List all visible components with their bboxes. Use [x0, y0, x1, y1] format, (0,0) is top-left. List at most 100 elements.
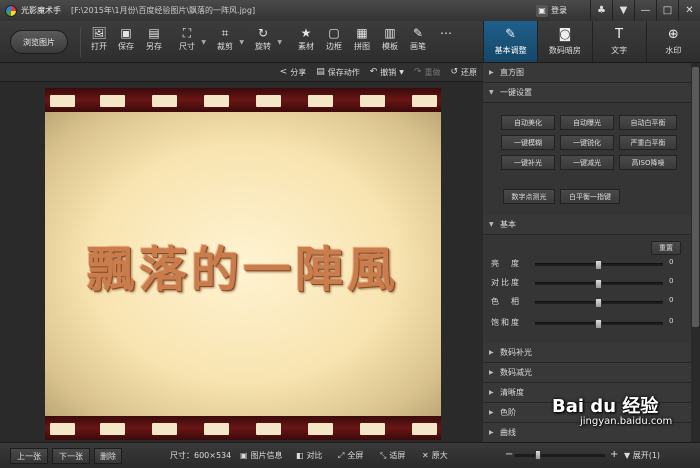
panel-scrollbar[interactable]: [691, 63, 700, 442]
login-button[interactable]: ▣ 登录: [536, 3, 567, 18]
browse-images-button[interactable]: 浏览图片: [10, 30, 68, 54]
close-button[interactable]: ✕: [678, 0, 700, 21]
slider-track[interactable]: [535, 319, 663, 329]
brightness-slider[interactable]: 亮 度 0: [483, 258, 693, 270]
high-iso-denoise-button[interactable]: 高ISO降噪: [619, 155, 677, 170]
reset-button[interactable]: 重置: [651, 241, 681, 255]
chevron-down-icon[interactable]: ▼: [277, 39, 282, 46]
contrast-slider[interactable]: 对比度 0: [483, 277, 693, 289]
share-button[interactable]: < 分享: [280, 67, 307, 78]
tool-label: 裁剪: [217, 42, 233, 51]
fit-screen-button[interactable]: ⤡ 适屏: [380, 450, 405, 461]
section-digital-fill-light[interactable]: ▶ 数码补光: [483, 343, 691, 363]
tab-text[interactable]: T 文字: [591, 21, 646, 62]
tool-more[interactable]: ⋯: [438, 25, 454, 59]
tab-digital-darkroom[interactable]: ◙ 数码暗房: [537, 21, 591, 62]
share-icon: <: [279, 67, 288, 77]
one-key-sharpen-button[interactable]: 一键锐化: [560, 135, 614, 150]
chevron-right-icon: ▶: [489, 349, 494, 356]
tool-save-as[interactable]: ▤ 另存: [143, 25, 165, 59]
slider-track[interactable]: [535, 260, 663, 270]
tool-brush[interactable]: ✎ 画笔: [407, 25, 429, 59]
fullscreen-button[interactable]: ⤢ 全屏: [338, 450, 363, 461]
slider-value: 0: [669, 277, 674, 285]
section-label: 清晰度: [500, 388, 524, 397]
zoom-thumb[interactable]: [535, 450, 541, 460]
expand-button[interactable]: ▼ 展开(1): [624, 450, 660, 461]
tab-basic-adjust[interactable]: ✎ 基本调整: [483, 21, 538, 62]
restore-button[interactable]: ↺ 还原: [450, 67, 477, 78]
auto-white-balance-button[interactable]: 自动白平衡: [619, 115, 677, 130]
tool-open[interactable]: 🖼 打开: [88, 25, 110, 59]
maximize-button[interactable]: □: [656, 0, 678, 21]
image-canvas[interactable]: 飄落的一陣風: [0, 82, 483, 442]
spot-metering-button[interactable]: 数字点测光: [503, 189, 555, 204]
tool-template[interactable]: ▥ 模板: [379, 25, 401, 59]
next-image-button[interactable]: 下一张: [52, 448, 90, 464]
slider-thumb[interactable]: [595, 260, 602, 270]
zoom-slider[interactable]: [515, 450, 605, 460]
menu-button[interactable]: ▼: [612, 0, 634, 21]
tool-save[interactable]: ▣ 保存: [115, 25, 137, 59]
section-quick-settings[interactable]: ▼ 一键设置: [483, 83, 700, 103]
auto-beautify-button[interactable]: 自动美化: [501, 115, 555, 130]
redo-label: 重做: [424, 67, 441, 77]
slider-track[interactable]: [535, 279, 663, 289]
one-key-blur-button[interactable]: 一键模糊: [501, 135, 555, 150]
film-hole: [204, 95, 229, 107]
tool-label: 尺寸: [179, 42, 195, 51]
slider-thumb[interactable]: [595, 319, 602, 329]
saturation-slider[interactable]: 饱和度 0: [483, 317, 693, 329]
scrollbar-thumb[interactable]: [692, 67, 699, 327]
chevron-down-icon[interactable]: ▼: [239, 39, 244, 46]
zoom-in-icon[interactable]: +: [610, 449, 618, 460]
tool-material[interactable]: ★ 素材: [295, 25, 317, 59]
redo-button[interactable]: ↷ 重做: [414, 67, 441, 78]
save-action-button[interactable]: ▤ 保存动作: [316, 67, 360, 78]
collage-icon: ▦: [356, 26, 368, 40]
slider-thumb[interactable]: [595, 279, 602, 289]
tool-border[interactable]: ▢ 边框: [323, 25, 345, 59]
compare-button[interactable]: ◧ 对比: [296, 450, 323, 461]
chevron-down-icon[interactable]: ▼: [201, 39, 206, 46]
severe-white-balance-button[interactable]: 严重白平衡: [619, 135, 677, 150]
previous-image-button[interactable]: 上一张: [10, 448, 48, 464]
film-hole: [100, 423, 125, 435]
zoom-out-icon[interactable]: −: [505, 449, 513, 460]
tool-crop[interactable]: ⌗ 裁剪 ▼: [214, 25, 244, 59]
save-icon: ▣: [120, 26, 132, 40]
one-key-fill-light-button[interactable]: 一键补光: [501, 155, 555, 170]
image-info-button[interactable]: ▣ 图片信息: [240, 450, 283, 461]
slider-track[interactable]: [535, 298, 663, 308]
chevron-right-icon: ▶: [489, 69, 494, 76]
chevron-right-icon: ▶: [489, 369, 494, 376]
resize-icon: ⛶: [182, 25, 192, 40]
rotate-icon: ↻: [257, 26, 269, 40]
original-size-button[interactable]: ✕ 原大: [422, 450, 448, 461]
tool-label: 素材: [298, 42, 314, 51]
chevron-down-icon[interactable]: ▼: [399, 69, 404, 76]
tab-watermark[interactable]: ⊕ 水印: [645, 21, 700, 62]
skin-button[interactable]: ♣: [590, 0, 612, 21]
minimize-button[interactable]: —: [634, 0, 656, 21]
tool-label: 拼图: [354, 42, 370, 51]
auto-exposure-button[interactable]: 自动曝光: [560, 115, 614, 130]
tool-collage[interactable]: ▦ 拼图: [351, 25, 373, 59]
delete-button[interactable]: 删除: [94, 448, 122, 464]
section-basic[interactable]: ▼ 基本: [483, 215, 691, 235]
open-icon: 🖼: [91, 26, 107, 40]
app-logo-icon: [5, 4, 17, 17]
white-balance-pick-button[interactable]: 白平衡一指键: [560, 189, 620, 204]
section-label: 数码补光: [500, 348, 532, 357]
tool-resize[interactable]: ⛶ 尺寸 ▼: [176, 25, 206, 59]
film-hole: [204, 423, 229, 435]
one-key-reduce-light-button[interactable]: 一键减光: [560, 155, 614, 170]
hue-slider[interactable]: 色 相 0: [483, 296, 693, 308]
slider-thumb[interactable]: [595, 298, 602, 308]
tool-rotate[interactable]: ↻ 旋转 ▼: [252, 25, 282, 59]
section-histogram[interactable]: ▶ 直方图: [483, 63, 700, 83]
undo-button[interactable]: ↶ 撤销 ▼: [370, 67, 404, 78]
crop-icon: ⌗: [221, 25, 229, 40]
chevron-right-icon: ▶: [489, 409, 494, 416]
section-digital-reduce-light[interactable]: ▶ 数码减光: [483, 363, 691, 383]
